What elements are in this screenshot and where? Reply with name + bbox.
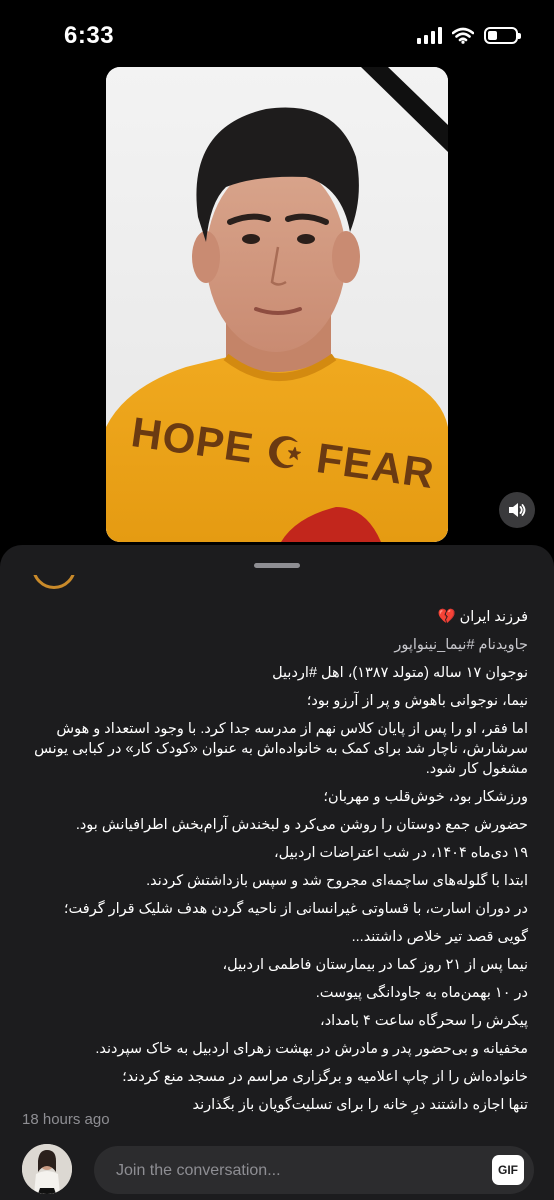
post-line: در ۱۰ بهمن‌ماه به جاودانگی پیوست. <box>315 985 528 1001</box>
user-avatar[interactable] <box>22 1144 72 1194</box>
battery-level <box>488 30 497 40</box>
post-sheet: فرزند ایران 💔 جاویدنام #نیما_نینواپور نو… <box>0 545 554 1200</box>
post-line: اما فقر، او را پس از پایان کلاس نهم از م… <box>34 721 528 777</box>
post-line: در دوران اسارت، با قساوتی غیرانسانی از ن… <box>63 901 528 917</box>
user-photo <box>22 1144 72 1194</box>
cellular-signal-icon <box>417 26 442 44</box>
comment-input-container[interactable]: GIF <box>94 1146 534 1196</box>
portrait-photo: HOPE ☪ FEAR <box>106 67 448 542</box>
post-timestamp: 18 hours ago <box>22 1111 110 1128</box>
post-line: نوجوان ۱۷ ساله (متولد ۱۳۸۷)، اهل #اردبیل <box>272 665 528 681</box>
post-line: ۱۹ دی‌ماه ۱۴۰۴، در شب اعتراضات اردبیل، <box>273 845 528 861</box>
post-image[interactable]: HOPE ☪ FEAR <box>106 67 448 542</box>
post-line: ابتدا با گلوله‌های ساچمه‌ای مجروح شد و س… <box>146 873 528 889</box>
author-avatar[interactable] <box>32 575 76 589</box>
post-line: مخفیانه و بی‌حضور پدر و مادرش در بهشت زه… <box>95 1041 528 1057</box>
post-line: فرزند ایران 💔 <box>437 609 528 625</box>
post-line: ورزشکار بود، خوش‌قلب و مهربان؛ <box>323 789 528 805</box>
post-line: حضورش جمع دوستان را روشن می‌کرد و لبخندش… <box>75 817 528 833</box>
post-line: جاویدنام #نیما_نینواپور <box>394 637 528 653</box>
post-line: نیما، نوجوانی باهوش و پر از آرزو بود؛ <box>306 693 528 709</box>
status-time: 6:33 <box>64 22 115 49</box>
post-caption: فرزند ایران 💔 جاویدنام #نیما_نینواپور نو… <box>20 607 528 1115</box>
speaker-icon <box>509 503 526 517</box>
sheet-drag-handle[interactable] <box>254 563 300 568</box>
post-line: پیکرش را سحرگاه ساعت ۴ بامداد، <box>320 1013 528 1029</box>
battery-icon <box>484 26 521 44</box>
wifi-icon <box>452 27 474 44</box>
comment-input[interactable] <box>114 1146 458 1196</box>
post-line: خانواده‌اش را از چاپ اعلامیه و برگزاری م… <box>122 1069 528 1085</box>
status-icons <box>417 26 521 44</box>
post-line: گویی قصد تیر خلاص داشتند... <box>351 929 528 945</box>
comment-composer: GIF <box>0 1138 554 1200</box>
post-line: نیما پس از ۲۱ روز کما در بیمارستان فاطمی… <box>222 957 528 973</box>
gif-button[interactable]: GIF <box>492 1155 524 1185</box>
volume-button[interactable] <box>499 492 535 528</box>
